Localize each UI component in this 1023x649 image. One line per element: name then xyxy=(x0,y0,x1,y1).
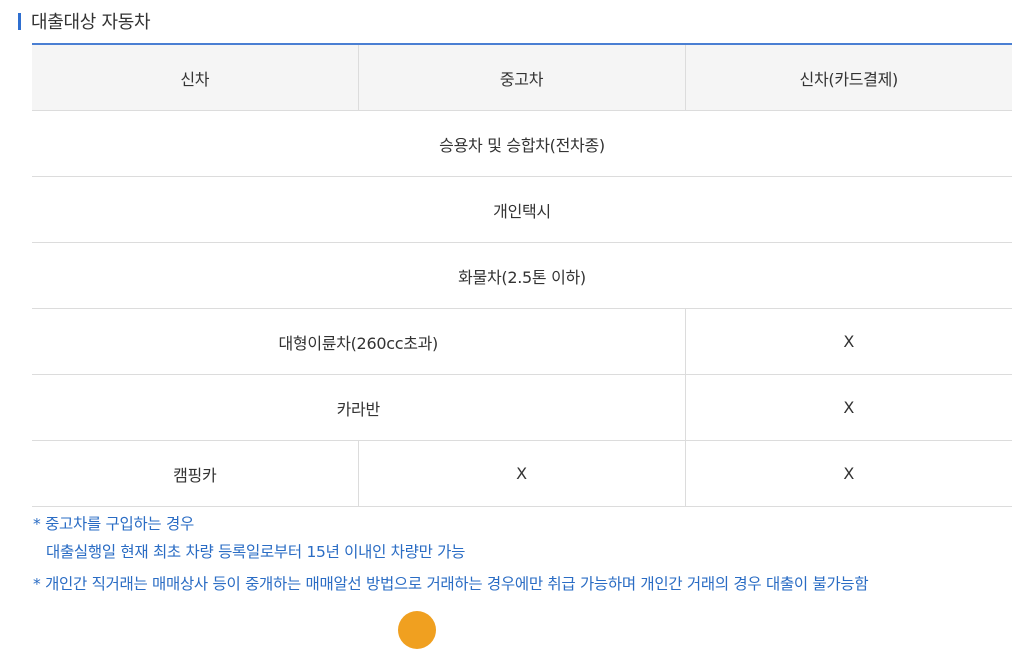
row-camping-card-mark: X xyxy=(684,440,1012,507)
row-private-taxi: 개인택시 xyxy=(32,176,1012,243)
table-header-row: 신차 중고차 신차(카드결제) xyxy=(32,44,1012,111)
row-caravan-card-mark: X xyxy=(684,374,1012,441)
header-used-car: 중고차 xyxy=(357,44,685,111)
row-motorcycle-card-mark: X xyxy=(684,308,1012,375)
header-new-car: 신차 xyxy=(32,44,358,111)
title-accent-bar xyxy=(18,12,21,30)
row-truck: 화물차(2.5톤 이하) xyxy=(32,242,1012,309)
table-row: 승용차 및 승합차(전차종) xyxy=(32,110,1012,177)
note-used-car-title: * 중고차를 구입하는 경우 xyxy=(33,515,194,533)
table-row: 화물차(2.5톤 이하) xyxy=(32,242,1012,309)
row-caravan-label: 카라반 xyxy=(32,374,685,441)
eligible-vehicle-table: 신차 중고차 신차(카드결제) 승용차 및 승합차(전차종) 개인택시 화물차(… xyxy=(32,43,1012,507)
row-camping-used-mark: X xyxy=(357,440,685,507)
table-row: 카라반 X xyxy=(32,374,1012,441)
section-title: 대출대상 자동차 xyxy=(31,12,151,33)
header-new-car-card: 신차(카드결제) xyxy=(684,44,1012,111)
note-private-trade: * 개인간 직거래는 매매상사 등이 중개하는 매매알선 방법으로 거래하는 경… xyxy=(33,575,869,593)
section-header: 대출대상 자동차 xyxy=(18,9,151,33)
row-motorcycle-label: 대형이륜차(260cc초과) xyxy=(32,308,685,375)
table-row: 대형이륜차(260cc초과) X xyxy=(32,308,1012,375)
note-used-car-detail: 대출실행일 현재 최초 차량 등록일로부터 15년 이내인 차량만 가능 xyxy=(46,543,466,561)
notes-section: * 중고차를 구입하는 경우 대출실행일 현재 최초 차량 등록일로부터 15년… xyxy=(33,513,1013,601)
eligible-vehicle-table-container: 신차 중고차 신차(카드결제) 승용차 및 승합차(전차종) 개인택시 화물차(… xyxy=(32,43,1012,507)
row-camping-label: 캠핑카 xyxy=(32,440,358,507)
table-row: 캠핑카 X X xyxy=(32,440,1012,507)
table-row: 개인택시 xyxy=(32,176,1012,243)
row-passenger-vehicles: 승용차 및 승합차(전차종) xyxy=(32,110,1012,177)
